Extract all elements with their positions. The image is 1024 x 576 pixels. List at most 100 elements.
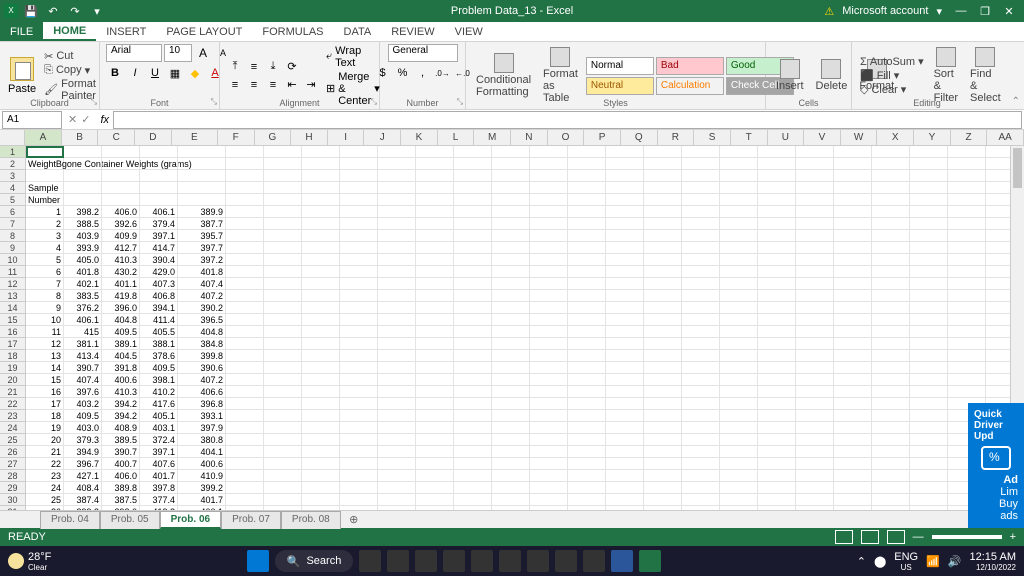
dialog-launcher-icon[interactable]: ⤡: [211, 97, 217, 107]
cell[interactable]: [530, 422, 568, 434]
cell[interactable]: [568, 326, 606, 338]
cell[interactable]: [492, 206, 530, 218]
cell[interactable]: [720, 410, 758, 422]
cell[interactable]: [340, 410, 378, 422]
cell[interactable]: [454, 266, 492, 278]
italic-button[interactable]: I: [126, 64, 144, 82]
cell[interactable]: [416, 182, 454, 194]
cell[interactable]: [302, 362, 340, 374]
clear-button[interactable]: ◇Clear▾: [858, 83, 926, 96]
row-header[interactable]: 30: [0, 494, 26, 506]
cell[interactable]: [340, 170, 378, 182]
cell[interactable]: 21: [26, 446, 64, 458]
cell[interactable]: [682, 326, 720, 338]
cell[interactable]: [758, 242, 796, 254]
cell[interactable]: [454, 170, 492, 182]
cell[interactable]: [910, 374, 948, 386]
cell[interactable]: [568, 182, 606, 194]
cell[interactable]: [340, 314, 378, 326]
cell[interactable]: [340, 362, 378, 374]
cell[interactable]: [948, 326, 986, 338]
taskbar-app-icon[interactable]: [583, 550, 605, 572]
font-size-select[interactable]: 10: [164, 44, 192, 62]
cell[interactable]: [568, 218, 606, 230]
cell[interactable]: [606, 278, 644, 290]
row-header[interactable]: 9: [0, 242, 26, 254]
sort-filter-button[interactable]: Sort & Filter: [930, 45, 962, 106]
cell[interactable]: [530, 314, 568, 326]
cell[interactable]: [720, 446, 758, 458]
cell[interactable]: [340, 302, 378, 314]
cell[interactable]: 411.4: [140, 314, 178, 326]
cell[interactable]: [102, 170, 140, 182]
cell[interactable]: 387.4: [64, 494, 102, 506]
cell[interactable]: [644, 182, 682, 194]
cell[interactable]: [872, 218, 910, 230]
cell[interactable]: [340, 446, 378, 458]
cell[interactable]: 404.1: [178, 446, 226, 458]
cell[interactable]: [606, 362, 644, 374]
cell[interactable]: [492, 266, 530, 278]
cell[interactable]: 372.4: [140, 434, 178, 446]
cell[interactable]: [606, 158, 644, 170]
cell[interactable]: 404.5: [102, 350, 140, 362]
tray-chevron-icon[interactable]: ⌃: [857, 555, 866, 568]
cell[interactable]: [606, 302, 644, 314]
cell[interactable]: [530, 194, 568, 206]
cell[interactable]: [454, 158, 492, 170]
row-header[interactable]: 11: [0, 266, 26, 278]
cell[interactable]: 389.1: [102, 338, 140, 350]
cell[interactable]: [720, 290, 758, 302]
cell[interactable]: [872, 206, 910, 218]
cell[interactable]: [644, 146, 682, 158]
cell[interactable]: [872, 254, 910, 266]
cell[interactable]: 400.6: [102, 374, 140, 386]
cell[interactable]: [606, 350, 644, 362]
cell[interactable]: [226, 182, 264, 194]
cell[interactable]: [910, 422, 948, 434]
cell[interactable]: [948, 338, 986, 350]
cell[interactable]: 394.2: [102, 398, 140, 410]
cell[interactable]: 379.3: [64, 434, 102, 446]
cell[interactable]: [416, 386, 454, 398]
cell[interactable]: 18: [26, 410, 64, 422]
cell[interactable]: [530, 482, 568, 494]
cell[interactable]: [872, 422, 910, 434]
cell[interactable]: [416, 146, 454, 158]
cell[interactable]: [492, 446, 530, 458]
cell[interactable]: [606, 470, 644, 482]
cell[interactable]: [226, 254, 264, 266]
percent-format-button[interactable]: %: [394, 64, 412, 82]
column-header[interactable]: Y: [914, 130, 951, 145]
cell[interactable]: [178, 182, 226, 194]
cell[interactable]: 406.1: [140, 206, 178, 218]
cell[interactable]: [910, 386, 948, 398]
collapse-ribbon-button[interactable]: ⌃: [1012, 96, 1020, 107]
cell[interactable]: 5: [26, 254, 64, 266]
cell[interactable]: [948, 302, 986, 314]
cell[interactable]: [796, 290, 834, 302]
cell[interactable]: 399.2: [178, 482, 226, 494]
cell[interactable]: [606, 374, 644, 386]
cell[interactable]: [720, 230, 758, 242]
cell[interactable]: 376.2: [64, 302, 102, 314]
cell[interactable]: [796, 470, 834, 482]
cell[interactable]: [796, 458, 834, 470]
weather-widget[interactable]: 28°F Clear: [8, 551, 51, 572]
cell[interactable]: [492, 218, 530, 230]
cell[interactable]: [340, 422, 378, 434]
cell[interactable]: [302, 242, 340, 254]
cell[interactable]: [910, 206, 948, 218]
cell[interactable]: [492, 182, 530, 194]
cell[interactable]: [682, 482, 720, 494]
cell[interactable]: 16: [26, 386, 64, 398]
cell[interactable]: [872, 434, 910, 446]
cell[interactable]: [302, 338, 340, 350]
cell[interactable]: [416, 290, 454, 302]
cell[interactable]: [64, 146, 102, 158]
cell[interactable]: [340, 458, 378, 470]
cell[interactable]: [492, 170, 530, 182]
cell[interactable]: [948, 254, 986, 266]
cell[interactable]: [492, 158, 530, 170]
cell[interactable]: [178, 158, 226, 170]
